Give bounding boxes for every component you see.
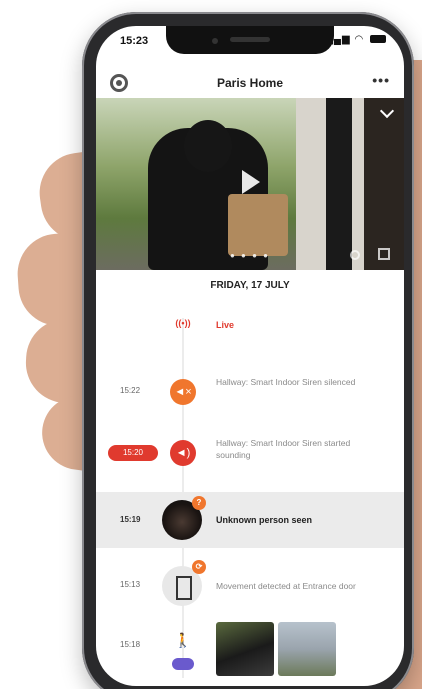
earpiece-speaker [230, 37, 270, 42]
page-dots: ● ● ● ● [230, 251, 270, 260]
home-title: Paris Home [216, 76, 284, 90]
timeline-row[interactable]: 15:18 🚶 [96, 622, 404, 686]
timeline-row-selected[interactable]: 15:19 ? Unknown person seen [96, 492, 404, 548]
event-text: Unknown person seen [216, 515, 313, 525]
screenshot-stage: 15:23 ▂▄▆ ◠ Paris Home ••• ● ● ● ● FRIDA… [0, 0, 422, 689]
snapshot-thumbnail[interactable] [278, 622, 336, 676]
play-icon[interactable] [242, 170, 260, 194]
event-text: Movement detected at Entrance door [216, 581, 356, 591]
event-time: 15:13 [120, 580, 141, 589]
video-intruder-head [184, 120, 232, 172]
question-badge-icon: ? [192, 496, 206, 510]
expand-icon[interactable] [378, 248, 390, 260]
status-icons: ▂▄▆ ◠ [325, 34, 386, 45]
live-label: Live [216, 320, 235, 330]
live-icon: ((•)) [175, 318, 191, 328]
timeline-row[interactable]: 15:20 ◄) Hallway: Smart Indoor Siren sta… [96, 432, 404, 472]
motion-badge-icon: ⟳ [192, 560, 206, 574]
snapshot-thumbnail[interactable] [216, 622, 274, 676]
siren-muted-icon: ◄× [170, 379, 196, 405]
timeline-date: FRIDAY, 17 JULY [210, 280, 290, 291]
event-time: 15:18 [120, 640, 141, 649]
timeline-row[interactable]: 15:13 ⟳ Movement detected at Entrance do… [96, 556, 404, 614]
wifi-icon: ◠ [354, 34, 365, 45]
event-time-highlight: 15:20 [108, 445, 158, 461]
event-time: 15:19 [120, 515, 141, 524]
live-video-player[interactable]: ● ● ● ● [96, 98, 404, 270]
intruder-icon [172, 658, 194, 670]
event-text: Hallway: Smart Indoor Siren started soun… [216, 438, 351, 460]
event-text: Hallway: Smart Indoor Siren silenced [216, 377, 356, 387]
video-door [326, 98, 352, 270]
share-icon[interactable] [350, 250, 360, 260]
walking-person-icon: 🚶 [174, 632, 192, 648]
timeline-row[interactable]: 15:22 ◄× Hallway: Smart Indoor Siren sil… [96, 372, 404, 412]
notch [166, 26, 334, 54]
video-shelf [364, 98, 404, 270]
battery-icon [370, 35, 386, 44]
phone-screen: 15:23 ▂▄▆ ◠ Paris Home ••• ● ● ● ● FRIDA… [96, 26, 404, 686]
status-time: 15:23 [120, 35, 149, 47]
siren-sounding-icon: ◄) [170, 440, 196, 466]
app-bar: Paris Home ••• [96, 72, 404, 96]
video-box [228, 194, 288, 256]
event-time: 15:22 [120, 386, 141, 395]
more-icon[interactable]: ••• [372, 72, 390, 88]
front-camera [212, 38, 218, 44]
timeline-live-row[interactable]: ((•)) Live [96, 314, 404, 338]
